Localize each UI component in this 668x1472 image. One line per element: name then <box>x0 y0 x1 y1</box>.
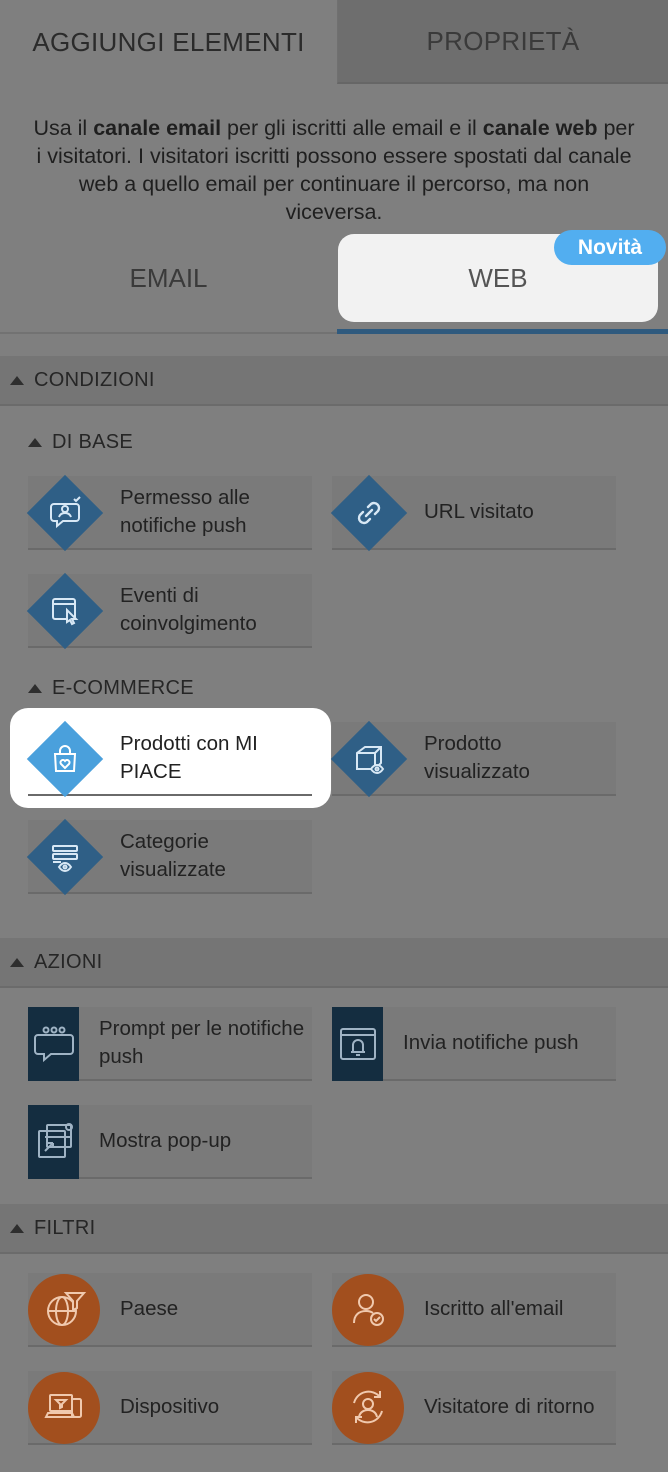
element-label: Permesso alle notifiche push <box>120 486 250 537</box>
user-check-icon <box>353 1294 384 1326</box>
subsection-basic[interactable]: DI BASE <box>28 427 133 457</box>
element-email-subscriber[interactable]: Iscritto all'email <box>332 1273 616 1347</box>
chat-check-icon <box>50 496 81 529</box>
section-conditions[interactable]: CONDIZIONI <box>0 356 668 406</box>
element-label: Eventi di coinvolgimento <box>120 584 257 635</box>
new-badge: Novità <box>554 230 666 265</box>
element-categories-viewed[interactable]: Categorie visualizzate <box>26 818 312 896</box>
channel-tab-email[interactable]: EMAIL <box>0 234 337 322</box>
collapse-caret-icon <box>28 437 42 447</box>
element-label: Categorie visualizzate <box>120 830 226 881</box>
box-eye-icon <box>356 746 385 775</box>
element-country[interactable]: Paese <box>28 1273 312 1347</box>
element-show-popup[interactable]: Mostra pop-up <box>28 1105 312 1179</box>
element-push-prompt[interactable]: Prompt per le notifiche push <box>28 1007 312 1081</box>
channel-intro-text: Usa il canale email per gli iscritti all… <box>33 116 635 224</box>
element-returning-visitor[interactable]: Visitatore di ritorno <box>332 1371 616 1445</box>
list-eye-icon <box>52 845 78 873</box>
subsection-title: DI BASE <box>52 430 134 453</box>
element-product-viewed[interactable]: Prodotto visualizzato <box>330 720 616 798</box>
bag-heart-icon <box>53 745 77 772</box>
tab-add-elements[interactable]: AGGIUNGI ELEMENTI <box>0 0 337 84</box>
element-url-visited[interactable]: URL visitato <box>330 474 616 552</box>
element-device[interactable]: Dispositivo <box>28 1371 312 1445</box>
element-label: Iscritto all'email <box>424 1297 564 1320</box>
element-label: Prodotto visualizzato <box>424 732 530 783</box>
bell-window-icon <box>340 1028 376 1060</box>
tab-properties[interactable]: PROPRIETÀ <box>337 0 668 84</box>
click-window-icon <box>52 598 79 626</box>
link-icon <box>357 501 381 525</box>
element-engagement-events[interactable]: Eventi di coinvolgimento <box>26 572 312 650</box>
chat-prompt-icon <box>34 1026 74 1063</box>
globe-filter-icon <box>47 1292 87 1326</box>
section-filters[interactable]: FILTRI <box>0 1204 668 1254</box>
top-tabs: AGGIUNGI ELEMENTI PROPRIETÀ <box>0 0 668 84</box>
active-channel-indicator <box>337 329 668 334</box>
element-label: Dispositivo <box>120 1395 220 1418</box>
user-return-icon <box>353 1390 383 1424</box>
subsection-ecommerce[interactable]: E-COMMERCE <box>28 673 194 703</box>
popup-icon <box>38 1123 73 1158</box>
section-title: AZIONI <box>34 950 103 973</box>
collapse-caret-icon <box>10 1223 24 1233</box>
element-label: Visitatore di ritorno <box>424 1395 595 1418</box>
element-label: Prompt per le notifiche push <box>99 1017 305 1068</box>
element-label: Mostra pop-up <box>99 1129 232 1152</box>
subsection-title: E-COMMERCE <box>52 676 194 699</box>
devices-icon <box>44 1394 82 1418</box>
collapse-caret-icon <box>28 683 42 693</box>
element-push-permission[interactable]: Permesso alle notifiche push <box>26 474 312 552</box>
element-label: Paese <box>120 1297 179 1320</box>
element-label: Invia notifiche push <box>403 1031 579 1054</box>
element-liked-products[interactable]: Prodotti con MI PIACE <box>26 720 312 798</box>
section-title: CONDIZIONI <box>34 368 155 391</box>
element-send-push[interactable]: Invia notifiche push <box>332 1007 616 1081</box>
section-actions[interactable]: AZIONI <box>0 938 668 988</box>
collapse-caret-icon <box>10 375 24 385</box>
collapse-caret-icon <box>10 957 24 967</box>
element-label: URL visitato <box>424 500 534 523</box>
element-label: Prodotti con MI PIACE <box>120 732 258 783</box>
section-title: FILTRI <box>34 1216 96 1239</box>
